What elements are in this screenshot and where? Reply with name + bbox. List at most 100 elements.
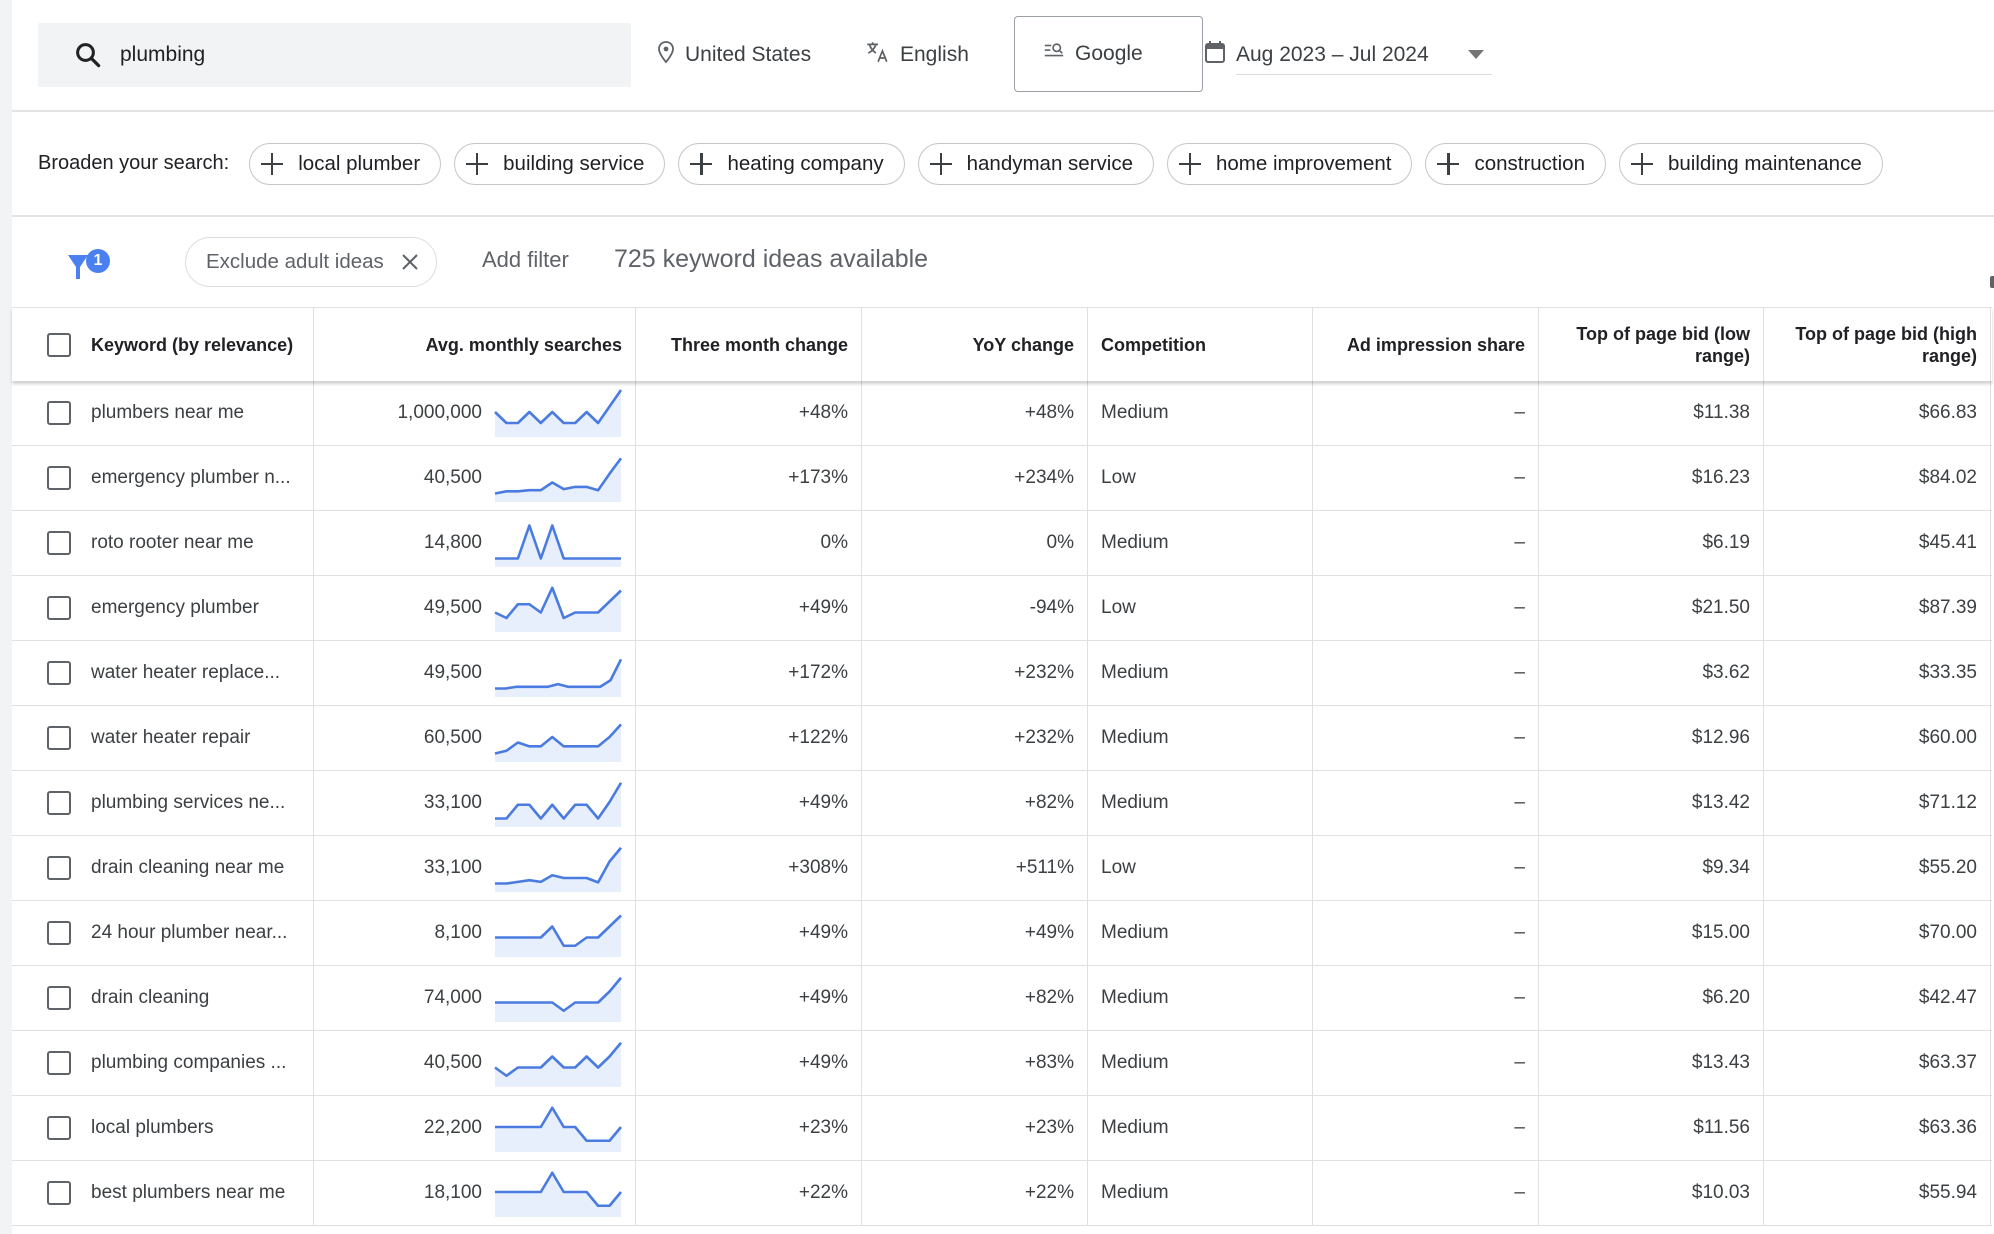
ideas-count: 725 keyword ideas available — [614, 245, 929, 273]
broaden-chip[interactable]: construction — [1425, 142, 1606, 185]
broaden-chip[interactable]: handyman service — [917, 142, 1154, 185]
trend-sparkline[interactable] — [494, 517, 622, 569]
trend-sparkline[interactable] — [494, 907, 622, 959]
plus-icon — [1630, 152, 1654, 176]
avg-searches-cell: 33,100 — [314, 771, 636, 835]
row-checkbox[interactable] — [46, 856, 71, 880]
add-filter-button[interactable]: Add filter — [482, 247, 569, 273]
row-checkbox[interactable] — [46, 661, 71, 685]
row-checkbox[interactable] — [46, 466, 71, 490]
table-row[interactable]: 24 hour plumber near... 8,100 +49% +49% … — [12, 901, 1992, 966]
header-bid-low[interactable]: Top of page bid (low range) — [1539, 308, 1764, 381]
bid-low-cell: $15.00 — [1539, 901, 1764, 965]
trend-sparkline[interactable] — [494, 777, 622, 829]
table-row[interactable]: drain cleaning near me 33,100 +308% +511… — [12, 836, 1992, 901]
select-cell — [12, 576, 91, 640]
date-range-field[interactable]: Aug 2023 – Jul 2024 — [1236, 35, 1492, 75]
keyword-text: best plumbers near me — [91, 1182, 286, 1203]
select-cell — [12, 836, 91, 900]
broaden-chip[interactable]: building service — [454, 142, 666, 185]
bid-low-cell: $16.23 — [1539, 446, 1764, 510]
trend-sparkline[interactable] — [494, 1037, 622, 1089]
location-selector[interactable]: United States — [657, 23, 811, 87]
header-avg-monthly-searches[interactable]: Avg. monthly searches — [314, 308, 636, 381]
competition-cell: Medium — [1088, 1096, 1313, 1160]
table-row[interactable]: plumbing companies ... 40,500 +49% +83% … — [12, 1031, 1992, 1096]
table-row[interactable]: emergency plumber 49,500 +49% -94% Low –… — [12, 576, 1992, 641]
trend-sparkline[interactable] — [494, 972, 622, 1024]
bid-high-cell: $60.00 — [1764, 706, 1991, 770]
close-icon[interactable] — [400, 252, 420, 272]
row-checkbox[interactable] — [46, 1051, 71, 1075]
table-row[interactable]: emergency plumber n... 40,500 +173% +234… — [12, 446, 1992, 511]
filter-button[interactable]: 1 — [66, 235, 126, 295]
row-checkbox[interactable] — [46, 531, 71, 555]
three-month-change-cell: +49% — [636, 966, 862, 1030]
table-row[interactable]: plumbers near me 1,000,000 +48% +48% Med… — [12, 381, 1992, 446]
trend-sparkline[interactable] — [494, 1102, 622, 1154]
avg-searches-cell: 40,500 — [314, 1031, 636, 1095]
yoy-change-cell: -94% — [862, 576, 1088, 640]
row-checkbox[interactable] — [46, 401, 71, 425]
bid-low-cell: $9.34 — [1539, 836, 1764, 900]
avg-searches-value: 60,500 — [423, 727, 482, 748]
row-checkbox[interactable] — [46, 921, 71, 945]
table-row[interactable]: water heater repair 60,500 +122% +232% M… — [12, 706, 1992, 771]
active-filter-label: Exclude adult ideas — [206, 250, 384, 273]
trend-sparkline[interactable] — [494, 647, 622, 699]
avg-searches-value: 49,500 — [423, 662, 482, 683]
yoy-change-cell: +48% — [862, 381, 1088, 445]
date-range-selector[interactable]: Aug 2023 – Jul 2024 — [1204, 23, 1492, 87]
yoy-change-cell: +49% — [862, 901, 1088, 965]
broaden-chip[interactable]: local plumber — [249, 142, 442, 185]
language-selector[interactable]: English — [864, 23, 969, 87]
network-selector[interactable]: Google — [1014, 16, 1203, 92]
table-header-row: Keyword (by relevance) Avg. monthly sear… — [12, 307, 1992, 381]
translate-icon — [864, 39, 890, 71]
header-competition[interactable]: Competition — [1088, 308, 1313, 381]
row-checkbox[interactable] — [46, 986, 71, 1010]
table-row[interactable]: plumbing services ne... 33,100 +49% +82%… — [12, 771, 1992, 836]
table-row[interactable]: local plumbers 22,200 +23% +23% Medium –… — [12, 1096, 1992, 1161]
trend-sparkline[interactable] — [494, 842, 622, 894]
competition-cell: Low — [1088, 446, 1313, 510]
row-checkbox[interactable] — [46, 726, 71, 750]
keyword-text: local plumbers — [91, 1117, 214, 1138]
trend-sparkline[interactable] — [494, 387, 622, 439]
select-all-checkbox[interactable] — [46, 332, 71, 357]
trend-sparkline[interactable] — [494, 712, 622, 764]
trend-sparkline[interactable] — [494, 1167, 622, 1219]
yoy-change-cell: +232% — [862, 641, 1088, 705]
header-yoy-change[interactable]: YoY change — [862, 308, 1088, 381]
chip-label: heating company — [727, 151, 884, 175]
filter-count-badge: 1 — [86, 249, 110, 273]
row-checkbox[interactable] — [46, 1116, 71, 1140]
competition-cell: Medium — [1088, 641, 1313, 705]
trend-sparkline[interactable] — [494, 582, 622, 634]
header-ad-impression-share[interactable]: Ad impression share — [1313, 308, 1539, 381]
active-filter-chip[interactable]: Exclude adult ideas — [185, 237, 437, 287]
broaden-chip[interactable]: heating company — [678, 142, 905, 185]
row-checkbox[interactable] — [46, 596, 71, 620]
header-three-month-change[interactable]: Three month change — [636, 308, 862, 381]
broaden-chip[interactable]: home improvement — [1166, 142, 1413, 185]
keyword-cell: roto rooter near me — [91, 511, 314, 575]
keyword-cell: water heater replace... — [91, 641, 314, 705]
avg-searches-value: 22,200 — [423, 1117, 482, 1138]
table-row[interactable]: drain cleaning 74,000 +49% +82% Medium –… — [12, 966, 1992, 1031]
header-bid-high[interactable]: Top of page bid (high range) — [1764, 308, 1991, 381]
row-checkbox[interactable] — [46, 1181, 71, 1205]
three-month-change-cell: +172% — [636, 641, 862, 705]
avg-searches-cell: 74,000 — [314, 966, 636, 1030]
keyword-cell: plumbers near me — [91, 381, 314, 445]
table-row[interactable]: roto rooter near me 14,800 0% 0% Medium … — [12, 511, 1992, 576]
header-keyword[interactable]: Keyword (by relevance) — [91, 308, 314, 381]
table-row[interactable]: best plumbers near me 18,100 +22% +22% M… — [12, 1161, 1992, 1226]
search-input[interactable] — [120, 43, 600, 67]
trend-sparkline[interactable] — [494, 452, 622, 504]
search-box[interactable] — [38, 23, 631, 87]
broaden-chip[interactable]: building maintenance — [1618, 142, 1883, 185]
bid-high-cell: $33.35 — [1764, 641, 1991, 705]
row-checkbox[interactable] — [46, 791, 71, 815]
table-row[interactable]: water heater replace... 49,500 +172% +23… — [12, 641, 1992, 706]
